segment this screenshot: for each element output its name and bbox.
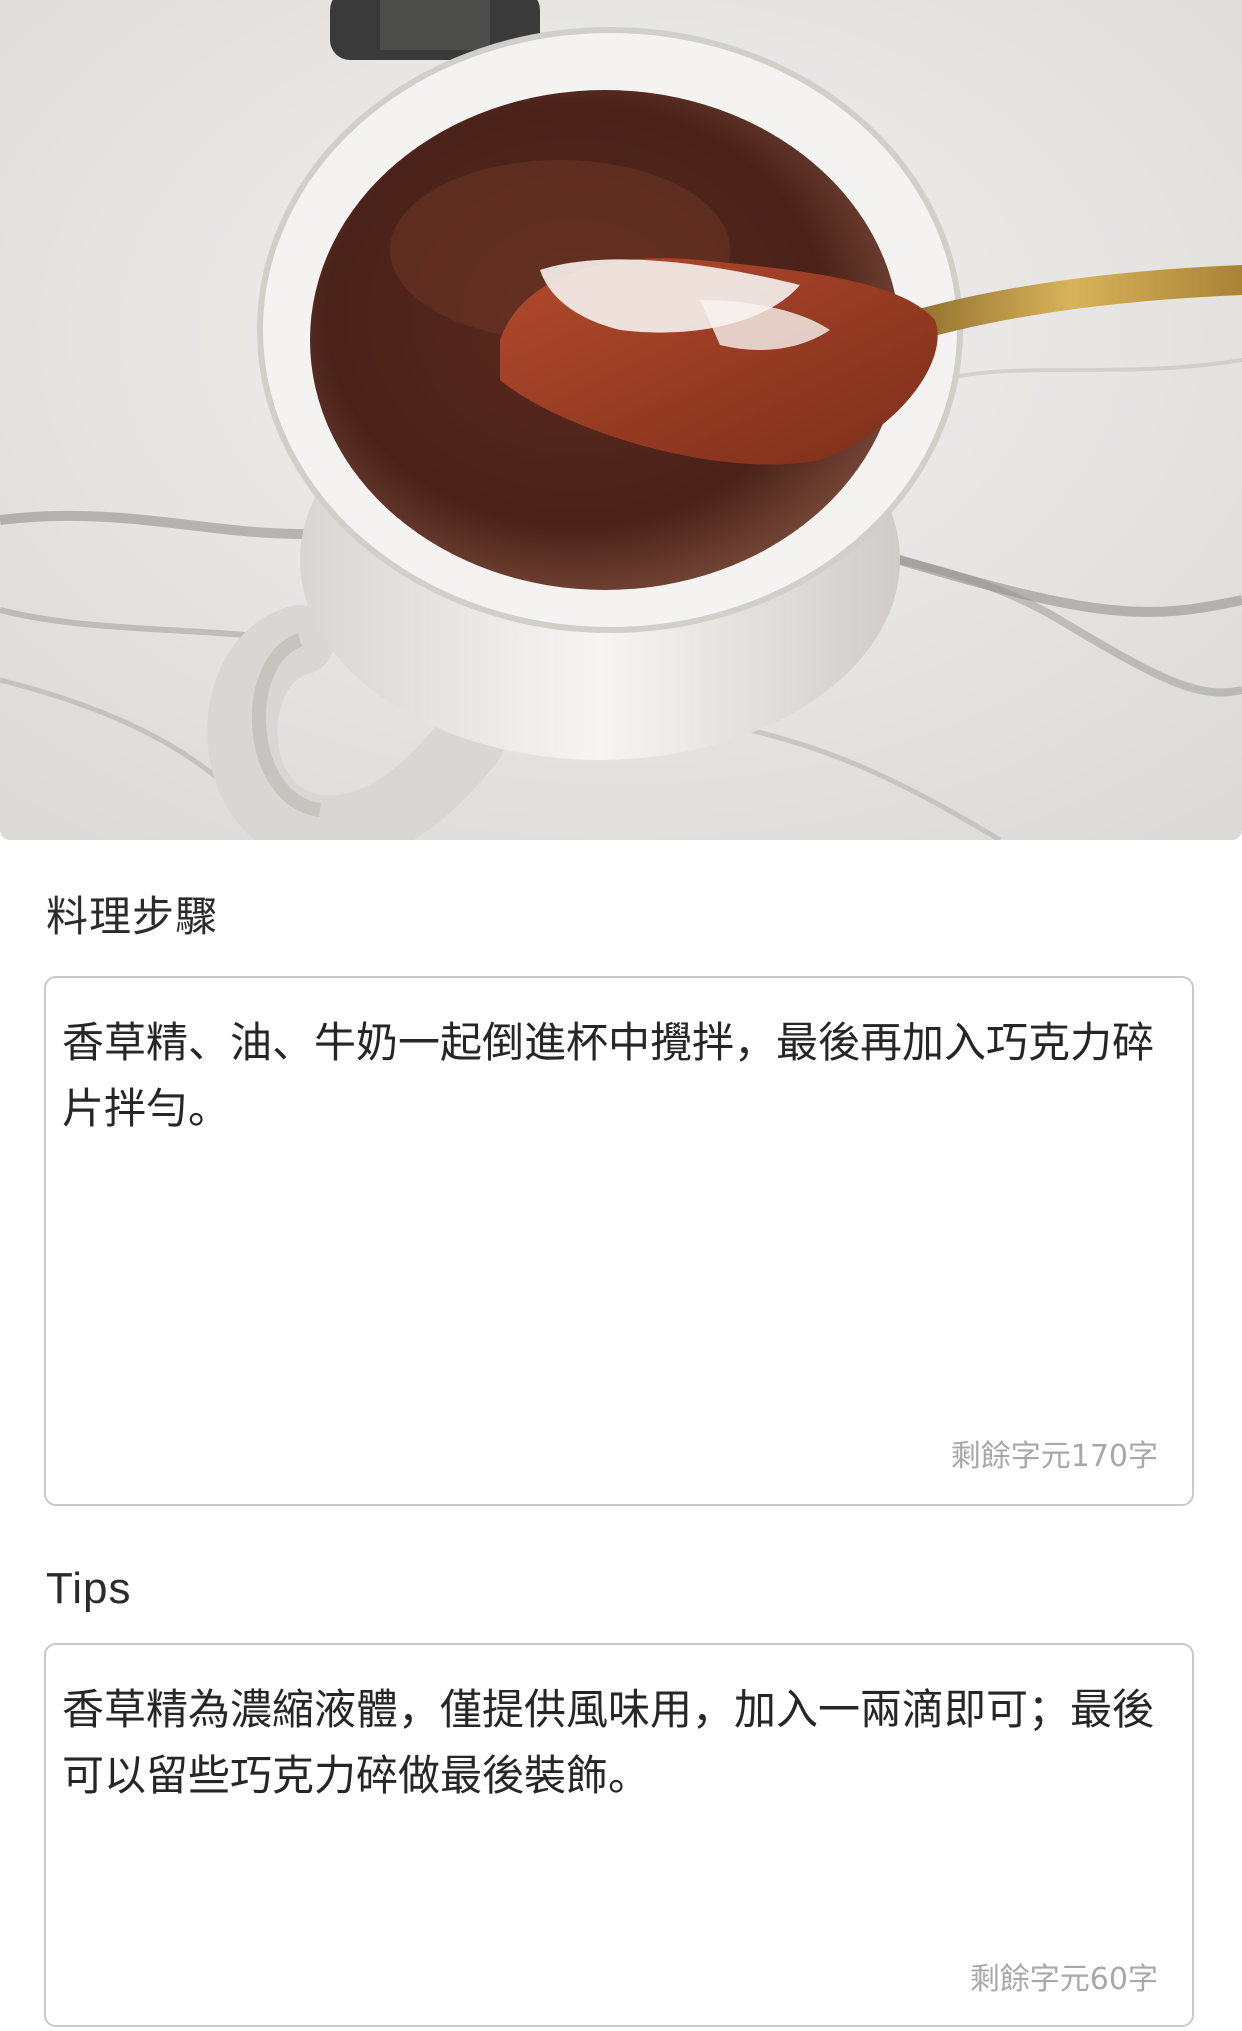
steps-label: 料理步驟 xyxy=(46,892,219,941)
tips-textarea[interactable]: 香草精為濃縮液體，僅提供風味用，加入一兩滴即可；最後可以留些巧克力碎做最後裝飾。… xyxy=(44,1643,1194,2027)
recipe-photo xyxy=(0,0,1242,840)
chocolate-mug-image xyxy=(0,0,1242,840)
tips-text: 香草精為濃縮液體，僅提供風味用，加入一兩滴即可；最後可以留些巧克力碎做最後裝飾。 xyxy=(62,1685,1155,1800)
tips-char-counter: 剩餘字元60字 xyxy=(969,1962,1158,1997)
steps-text: 香草精、油、牛奶一起倒進杯中攪拌，最後再加入巧克力碎片拌勻。 xyxy=(62,1018,1155,1133)
steps-textarea[interactable]: 香草精、油、牛奶一起倒進杯中攪拌，最後再加入巧克力碎片拌勻。 剩餘字元170字 xyxy=(44,976,1194,1506)
steps-char-counter: 剩餘字元170字 xyxy=(950,1439,1158,1474)
tips-label: Tips xyxy=(46,1564,132,1613)
